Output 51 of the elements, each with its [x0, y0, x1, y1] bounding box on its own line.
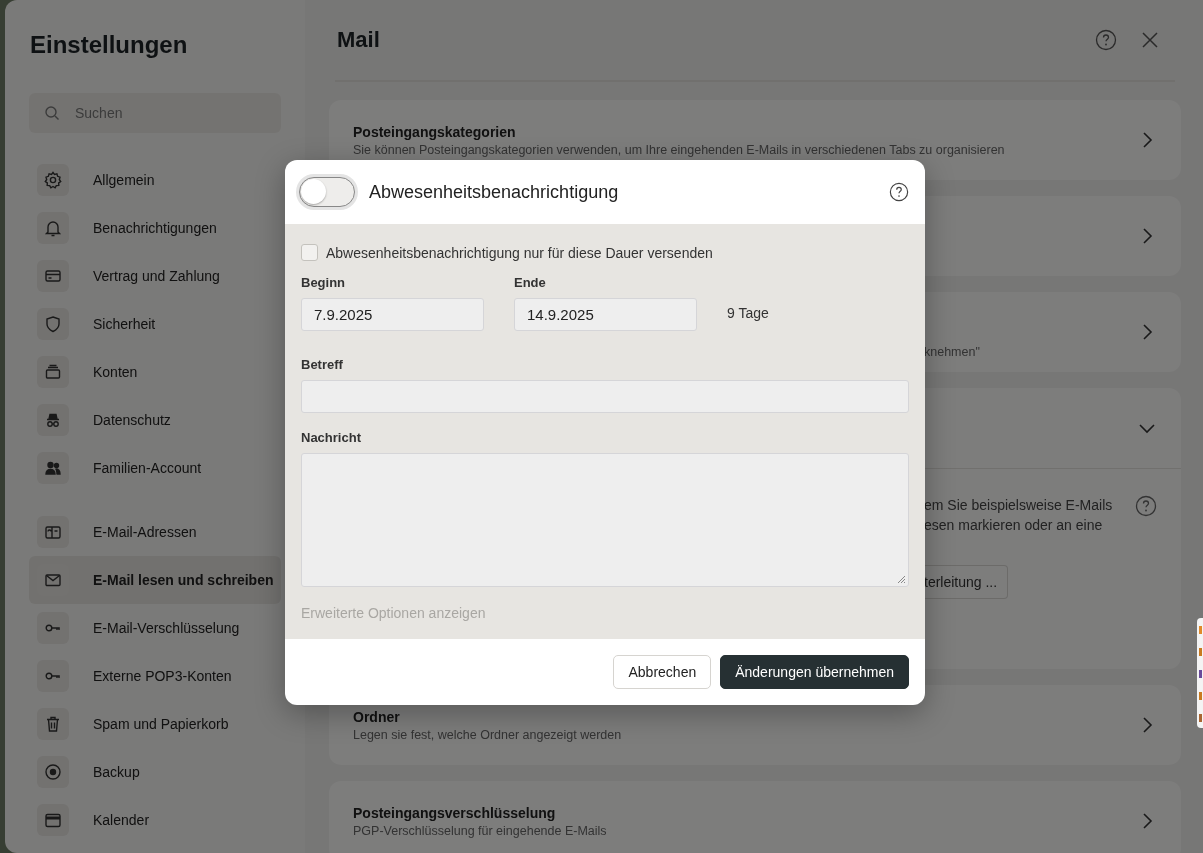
card-description: PGP-Verschlüsselung für eingehende E-Mails	[353, 823, 608, 838]
resize-grip-icon[interactable]	[897, 575, 906, 584]
sidebar-item[interactable]: Externe POP3-Konten	[29, 652, 281, 700]
sidebar-item[interactable]: Familien-Account	[29, 444, 281, 492]
sidebar-item[interactable]: Spam und Papierkorb	[29, 700, 281, 748]
close-icon[interactable]	[1141, 31, 1159, 49]
sidebar-item[interactable]: Sicherheit	[29, 300, 281, 348]
field-label: Ende	[514, 275, 547, 290]
sidebar-title: Einstellungen	[30, 30, 189, 60]
sidebar-item[interactable]: Benachrichtigungen	[29, 204, 281, 252]
sidebar-item[interactable]: E-Mail lesen und schreiben	[29, 556, 281, 604]
cancel-button[interactable]: Abbrechen	[613, 655, 712, 689]
card-description: em Sie beispielsweise E-Mails esen markieren oder an eine	[924, 496, 1113, 535]
sidebar-item[interactable]: E-Mail-Verschlüsselung	[29, 604, 281, 652]
stack-icon	[43, 362, 63, 382]
field-label: Nachricht	[301, 430, 362, 445]
checkbox-label: Abwesenheitsbenachrichtigung nur für diese Dauer versenden	[326, 244, 713, 261]
card-description: knehmen"	[923, 345, 981, 359]
bell-icon	[43, 218, 63, 238]
date-field[interactable]: 7.9.2025	[301, 298, 484, 331]
help-icon[interactable]	[889, 182, 909, 202]
message-field[interactable]	[301, 453, 909, 587]
dialog-title: Abwesenheitsbenachrichtigung	[369, 181, 620, 203]
subject-field[interactable]	[301, 380, 909, 413]
settings-card[interactable]: Posteingangsverschlüsselung PGP-Verschlüsselung für eingehende E-Mails	[329, 781, 1181, 853]
sidebar-item[interactable]: Kalender	[29, 796, 281, 844]
card-description: Sie können Posteingangskategorien verwenden, um Ihre eingehenden E-Mails in verschiedenen Tabs zu organisieren	[353, 142, 1006, 157]
shield-icon	[43, 314, 63, 334]
sidebar-item[interactable]: E-Mail-Adressen	[29, 508, 281, 556]
field-label: Beginn	[301, 275, 347, 290]
field-label: Betreff	[301, 357, 344, 372]
toggle-switch[interactable]	[299, 177, 355, 207]
duration-text: 9 Tage	[727, 305, 769, 321]
card-title: Ordner	[353, 708, 401, 725]
date-field[interactable]: 14.9.2025	[514, 298, 697, 331]
checkbox[interactable]	[301, 244, 318, 261]
sidebar-item[interactable]: Vertrag und Zahlung	[29, 252, 281, 300]
gear-icon	[43, 170, 63, 190]
forwarding-button[interactable]: terleitung ...	[924, 565, 1009, 599]
search-icon	[44, 105, 60, 121]
disc-icon	[43, 762, 63, 782]
card-title: Posteingangskategorien	[353, 123, 517, 140]
sidebar-item[interactable]: Konten	[29, 348, 281, 396]
sidebar-item[interactable]: Allgemein	[29, 156, 281, 204]
card-title: Posteingangsverschlüsselung	[353, 804, 557, 821]
apply-button[interactable]: Änderungen übernehmen	[720, 655, 909, 689]
card-description: Legen sie fest, welche Ordner angezeigt werden	[353, 727, 623, 742]
search-field[interactable]: Suchen	[29, 93, 281, 133]
sidebar-item[interactable]: Backup	[29, 748, 281, 796]
sidebar-item[interactable]: Datenschutz	[29, 396, 281, 444]
page-title: Mail	[337, 27, 381, 53]
